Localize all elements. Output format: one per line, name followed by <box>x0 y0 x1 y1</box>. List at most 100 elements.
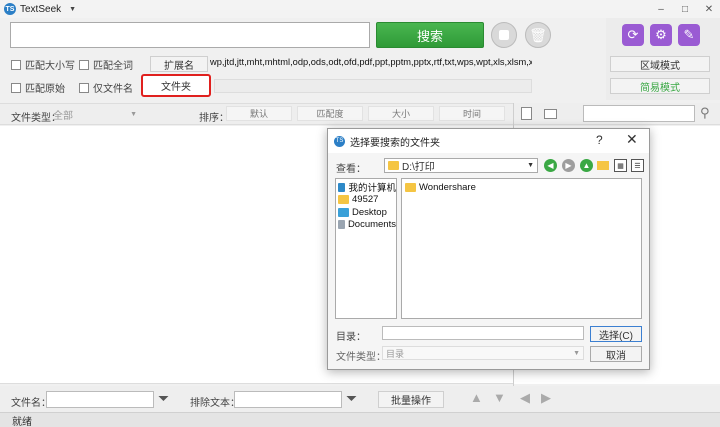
checkbox-box[interactable] <box>79 82 89 93</box>
checkbox-box[interactable] <box>11 82 21 93</box>
minimize-button[interactable]: – <box>654 2 668 16</box>
new-folder-icon[interactable] <box>597 161 609 170</box>
sort-time-button[interactable]: 时间 <box>439 106 505 121</box>
select-button[interactable]: 选择(C) <box>590 326 642 342</box>
checkbox-box[interactable] <box>11 59 21 70</box>
place-documents[interactable]: Documents <box>338 219 396 232</box>
new-document-icon[interactable] <box>521 107 532 120</box>
settings-gear-icon[interactable]: ⚙ <box>650 24 672 46</box>
list-item[interactable]: Wondershare <box>405 181 641 194</box>
app-logo-icon: TS <box>4 3 16 15</box>
status-bar: 就绪 <box>0 412 720 427</box>
chevron-down-icon: ▼ <box>573 349 580 357</box>
arrow-up-icon[interactable]: ▲ <box>470 390 483 405</box>
place-label: Desktop <box>352 206 387 218</box>
filename-filter-input[interactable] <box>46 391 154 408</box>
app-title: TextSeek <box>20 3 62 15</box>
trash-icon: 🗑 <box>529 26 547 43</box>
up-folder-icon[interactable]: ▲ <box>580 159 593 172</box>
directory-input[interactable] <box>382 326 584 340</box>
filter-funnel-icon[interactable]: ⏷ <box>158 390 169 407</box>
search-icon[interactable]: ⚲ <box>700 105 710 121</box>
checkbox-label: 匹配原始 <box>25 84 65 95</box>
forward-arrow-icon[interactable]: ▶ <box>562 159 575 172</box>
computer-icon <box>338 182 346 192</box>
exclude-text-input[interactable] <box>234 391 342 408</box>
search-button[interactable]: 搜索 <box>376 22 484 48</box>
folder-path-field[interactable] <box>214 79 532 93</box>
place-my-computer[interactable]: 我的计算机 <box>338 181 396 194</box>
chevron-down-icon: ▼ <box>527 162 534 169</box>
folder-outline-icon[interactable] <box>544 109 557 119</box>
area-mode-button[interactable]: 区域模式 <box>610 56 710 72</box>
folder-chooser-dialog: TS 选择要搜索的文件夹 ? ✕ 查看： D:\打印 ▼ ◀ ▶ ▲ ▦ ☰ 我… <box>327 128 650 370</box>
dialog-file-type-label: 文件类型： <box>336 352 386 363</box>
stop-icon <box>499 30 509 40</box>
refresh-tool-icon[interactable]: ⟳ <box>622 24 644 46</box>
app-menu-dropdown-icon[interactable]: ▼ <box>69 6 76 13</box>
place-label: Documents <box>347 219 396 231</box>
directory-label: 目录： <box>336 332 366 343</box>
status-text: 就绪 <box>12 416 32 427</box>
match-whole-word-checkbox[interactable]: 匹配全词 <box>79 57 133 72</box>
back-arrow-icon[interactable]: ◀ <box>544 159 557 172</box>
extension-list[interactable]: wp,jtd,jtt,mht,mhtml,odp,ods,odt,ofd,pdf… <box>210 57 532 71</box>
arrow-down-icon[interactable]: ▼ <box>493 390 506 405</box>
checkbox-label: 仅文件名 <box>93 84 133 95</box>
place-label: 49527 <box>352 194 379 206</box>
documents-icon <box>338 220 345 230</box>
look-in-value: D:\打印 <box>402 162 435 173</box>
exclude-funnel-icon[interactable]: ⏷ <box>346 390 357 407</box>
detail-view-icon[interactable]: ☰ <box>631 159 644 172</box>
clear-button[interactable]: 🗑 <box>525 22 551 48</box>
desktop-icon <box>338 207 349 217</box>
look-in-select[interactable]: D:\打印 ▼ <box>384 158 538 173</box>
chevron-down-icon: ▼ <box>130 110 137 118</box>
folder-icon <box>405 182 416 192</box>
exclude-text-label: 排除文本： <box>190 398 240 409</box>
folder-icon <box>388 161 399 170</box>
folder-button[interactable]: 文件夹 <box>141 74 211 97</box>
folder-icon <box>338 195 349 205</box>
file-type-value: 全部 <box>53 110 73 122</box>
filename-only-checkbox[interactable]: 仅文件名 <box>79 80 133 95</box>
folder-name: Wondershare <box>419 181 476 193</box>
sort-label: 排序： <box>199 113 229 124</box>
extension-button[interactable]: 扩展名 <box>150 56 208 72</box>
dialog-title: 选择要搜索的文件夹 <box>350 137 440 149</box>
match-case-checkbox[interactable]: 匹配大小写 <box>11 57 75 72</box>
sort-default-button[interactable]: 默认 <box>226 106 292 121</box>
arrow-right-icon[interactable]: ▶ <box>541 390 551 406</box>
dialog-close-icon[interactable]: ✕ <box>626 131 638 148</box>
title-bar: TS TextSeek ▼ <box>0 0 720 18</box>
file-type-select[interactable]: 全部 ▼ <box>53 107 137 122</box>
preview-search-input[interactable] <box>583 105 695 122</box>
place-desktop[interactable]: Desktop <box>338 206 396 219</box>
simple-mode-button[interactable]: 简易模式 <box>610 78 710 94</box>
dialog-file-type-value: 目录 <box>386 348 405 359</box>
places-sidebar: 我的计算机 49527 Desktop Documents <box>335 178 397 319</box>
folder-list[interactable]: Wondershare <box>401 178 642 319</box>
arrow-left-icon[interactable]: ◀ <box>520 390 530 406</box>
checkbox-box[interactable] <box>79 59 89 70</box>
dialog-logo-icon: TS <box>334 135 345 147</box>
stop-button[interactable] <box>491 22 517 48</box>
tools-wrench-icon[interactable]: ✎ <box>678 24 700 46</box>
place-user-folder[interactable]: 49527 <box>338 194 396 207</box>
cancel-button[interactable]: 取消 <box>590 346 642 362</box>
help-icon[interactable]: ? <box>596 133 603 147</box>
close-button[interactable]: ✕ <box>702 2 716 16</box>
checkbox-label: 匹配全词 <box>93 61 133 72</box>
filename-filter-label: 文件名： <box>11 398 51 409</box>
sort-size-button[interactable]: 大小 <box>368 106 434 121</box>
dialog-file-type-select[interactable]: 目录 ▼ <box>382 346 584 360</box>
list-view-icon[interactable]: ▦ <box>614 159 627 172</box>
maximize-button[interactable]: □ <box>678 2 692 16</box>
search-input[interactable] <box>10 22 370 48</box>
checkbox-label: 匹配大小写 <box>25 61 75 72</box>
sort-relevance-button[interactable]: 匹配度 <box>297 106 363 121</box>
look-in-label: 查看： <box>336 164 366 175</box>
place-label: 我的计算机 <box>348 183 396 195</box>
match-original-checkbox[interactable]: 匹配原始 <box>11 80 65 95</box>
batch-operation-button[interactable]: 批量操作 <box>378 391 444 408</box>
